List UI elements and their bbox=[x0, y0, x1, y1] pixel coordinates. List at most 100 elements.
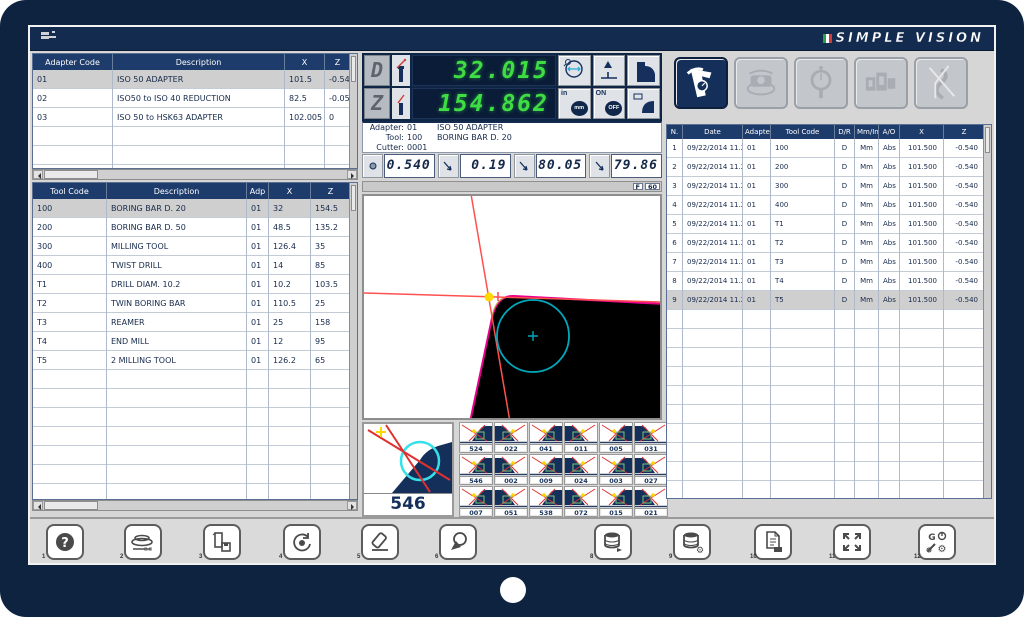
dial-indicator-mode-button[interactable] bbox=[794, 57, 848, 109]
table-row[interactable]: 109/22/2014 11.2001100DMmAbs101.500-0.54… bbox=[667, 139, 991, 158]
caliper-mode-button[interactable] bbox=[674, 57, 728, 109]
table-row[interactable]: 02ISO50 to ISO 40 REDUCTION82.5-0.051 bbox=[33, 89, 357, 108]
column-header[interactable]: Date bbox=[683, 125, 743, 139]
rotary-table-mode-button[interactable] bbox=[734, 57, 788, 109]
table-row[interactable]: 609/22/2014 11.2001T2DMmAbs101.500-0.540 bbox=[667, 234, 991, 253]
inch-mm-toggle-button[interactable]: in mm bbox=[558, 88, 591, 119]
table-row[interactable]: T4END MILL011295 bbox=[33, 332, 357, 351]
column-header[interactable]: N. bbox=[667, 125, 683, 139]
fullscreen-button[interactable]: 11 bbox=[833, 524, 871, 560]
scroll-right-icon[interactable] bbox=[347, 501, 357, 510]
shape-thumbnail[interactable]: 546 bbox=[459, 454, 493, 485]
shape-thumbnail[interactable]: 024 bbox=[564, 454, 598, 485]
table-row[interactable]: 709/22/2014 11.2001T3DMmAbs101.500-0.540 bbox=[667, 253, 991, 272]
column-header[interactable]: Z bbox=[325, 54, 351, 70]
shape-thumbnail[interactable]: 051 bbox=[494, 486, 528, 517]
vertical-scrollbar[interactable] bbox=[349, 54, 357, 168]
selected-shape-preview[interactable]: 546 bbox=[362, 422, 454, 517]
tool-table[interactable]: Tool CodeDescriptionAdpXZ100BORING BAR D… bbox=[32, 182, 358, 500]
help-button[interactable]: ? 1 bbox=[46, 524, 84, 560]
perpendicular-mode-button[interactable] bbox=[593, 55, 626, 86]
save-tool-button[interactable]: 3 bbox=[203, 524, 241, 560]
history-table[interactable]: N.DateAdapterTool CodeD/RMm/InA/OXZ109/2… bbox=[666, 124, 992, 499]
column-header[interactable]: D/R bbox=[835, 125, 855, 139]
vertical-scrollbar[interactable] bbox=[983, 125, 991, 498]
table-row[interactable]: 01ISO 50 ADAPTER101.5-0.54 bbox=[33, 70, 357, 89]
table-row[interactable]: 309/22/2014 11.2001300DMmAbs101.500-0.54… bbox=[667, 177, 991, 196]
column-header[interactable]: Mm/In bbox=[855, 125, 879, 139]
probe-corner-button[interactable] bbox=[438, 154, 459, 178]
table-row[interactable]: T2TWIN BORING BAR01110.525 bbox=[33, 294, 357, 313]
table-row[interactable]: 409/22/2014 11.2001400DMmAbs101.500-0.54… bbox=[667, 196, 991, 215]
shape-thumbnail[interactable]: 524 bbox=[459, 422, 493, 453]
shape-thumbnail[interactable]: 011 bbox=[564, 422, 598, 453]
print-report-button[interactable]: 10 bbox=[754, 524, 792, 560]
shape-thumbnail[interactable]: 003 bbox=[599, 454, 633, 485]
shape-thumbnail[interactable]: 015 bbox=[599, 486, 633, 517]
probe-corner-button[interactable] bbox=[589, 154, 610, 178]
tool-table-hscrollbar[interactable] bbox=[32, 500, 358, 511]
shape-thumbnail[interactable]: 009 bbox=[529, 454, 563, 485]
erase-button[interactable]: 5 bbox=[361, 524, 399, 560]
column-header[interactable]: X bbox=[269, 183, 311, 199]
column-header[interactable]: Adapter Code bbox=[33, 54, 113, 70]
column-header[interactable]: Z bbox=[311, 183, 351, 199]
column-header[interactable]: Tool Code bbox=[771, 125, 835, 139]
column-header[interactable]: Description bbox=[113, 54, 285, 70]
column-header[interactable]: A/O bbox=[879, 125, 900, 139]
column-header[interactable]: Adapter bbox=[743, 125, 771, 139]
column-header[interactable]: Tool Code bbox=[33, 183, 107, 199]
table-row[interactable]: 03ISO 50 to HSK63 ADAPTER102.0050 bbox=[33, 108, 357, 127]
table-row[interactable]: 100BORING BAR D. 200132154.5 bbox=[33, 199, 357, 218]
table-row[interactable]: 200BORING BAR D. 500148.5135.2 bbox=[33, 218, 357, 237]
table-row[interactable]: 509/22/2014 11.2001T1DMmAbs101.500-0.540 bbox=[667, 215, 991, 234]
quadrant-button[interactable] bbox=[627, 88, 660, 119]
shape-thumbnail[interactable]: 031 bbox=[634, 422, 668, 453]
scroll-thumb[interactable] bbox=[351, 56, 356, 82]
shape-thumbnail[interactable]: 021 bbox=[634, 486, 668, 517]
scroll-right-icon[interactable] bbox=[347, 170, 357, 179]
shape-thumbnail[interactable]: 022 bbox=[494, 422, 528, 453]
database-settings-button[interactable]: ⚙ 9 bbox=[673, 524, 711, 560]
column-header[interactable]: Description bbox=[107, 183, 247, 199]
column-header[interactable]: X bbox=[285, 54, 325, 70]
database-export-button[interactable]: 8 bbox=[594, 524, 632, 560]
measure-tool-button[interactable]: 6 bbox=[439, 524, 477, 560]
corner-shape-button[interactable] bbox=[627, 55, 660, 86]
scroll-left-icon[interactable] bbox=[33, 170, 43, 179]
table-row[interactable]: T1DRILL DIAM. 10.20110.2103.5 bbox=[33, 275, 357, 294]
monitor-power-button[interactable] bbox=[500, 577, 526, 603]
machine-mode-button[interactable] bbox=[854, 57, 908, 109]
shape-thumbnail[interactable]: 005 bbox=[599, 422, 633, 453]
scroll-thumb[interactable] bbox=[44, 170, 98, 179]
on-off-toggle-button[interactable]: ON OFF bbox=[593, 88, 626, 119]
vertical-scrollbar[interactable] bbox=[349, 183, 357, 499]
presetter-zero-button[interactable]: 0.0 2 bbox=[124, 524, 162, 560]
probe-point-button[interactable] bbox=[362, 154, 383, 178]
shape-thumbnail[interactable]: 002 bbox=[494, 454, 528, 485]
table-row[interactable]: 809/22/2014 11.2001T4DMmAbs101.500-0.540 bbox=[667, 272, 991, 291]
shape-thumbnail[interactable]: 072 bbox=[564, 486, 598, 517]
diameter-mode-button[interactable] bbox=[558, 55, 591, 86]
scroll-thumb[interactable] bbox=[985, 127, 990, 153]
rotate-tool-button[interactable]: 4 bbox=[283, 524, 321, 560]
scroll-thumb[interactable] bbox=[44, 501, 98, 510]
table-row[interactable]: 400TWIST DRILL011485 bbox=[33, 256, 357, 275]
column-header[interactable]: X bbox=[900, 125, 944, 139]
scroll-left-icon[interactable] bbox=[33, 501, 43, 510]
column-header[interactable]: Adp bbox=[247, 183, 269, 199]
shape-thumbnail[interactable]: 538 bbox=[529, 486, 563, 517]
shape-thumbnail[interactable]: 041 bbox=[529, 422, 563, 453]
adapter-table-hscrollbar[interactable] bbox=[32, 169, 358, 180]
exit-setup-button[interactable]: G⚙ 12 bbox=[918, 524, 956, 560]
column-header[interactable]: Z bbox=[944, 125, 985, 139]
table-row[interactable]: 909/22/2014 11.2001T5DMmAbs101.500-0.540 bbox=[667, 291, 991, 310]
scroll-thumb[interactable] bbox=[351, 185, 356, 211]
no-lines-mode-button[interactable] bbox=[914, 57, 968, 109]
table-row[interactable]: T52 MILLING TOOL01126.265 bbox=[33, 351, 357, 370]
shape-thumbnail[interactable]: 007 bbox=[459, 486, 493, 517]
table-row[interactable]: T3REAMER0125158 bbox=[33, 313, 357, 332]
adapter-table[interactable]: Adapter CodeDescriptionXZ01ISO 50 ADAPTE… bbox=[32, 53, 358, 169]
shape-thumbnail[interactable]: 027 bbox=[634, 454, 668, 485]
table-row[interactable]: 300MILLING TOOL01126.435 bbox=[33, 237, 357, 256]
